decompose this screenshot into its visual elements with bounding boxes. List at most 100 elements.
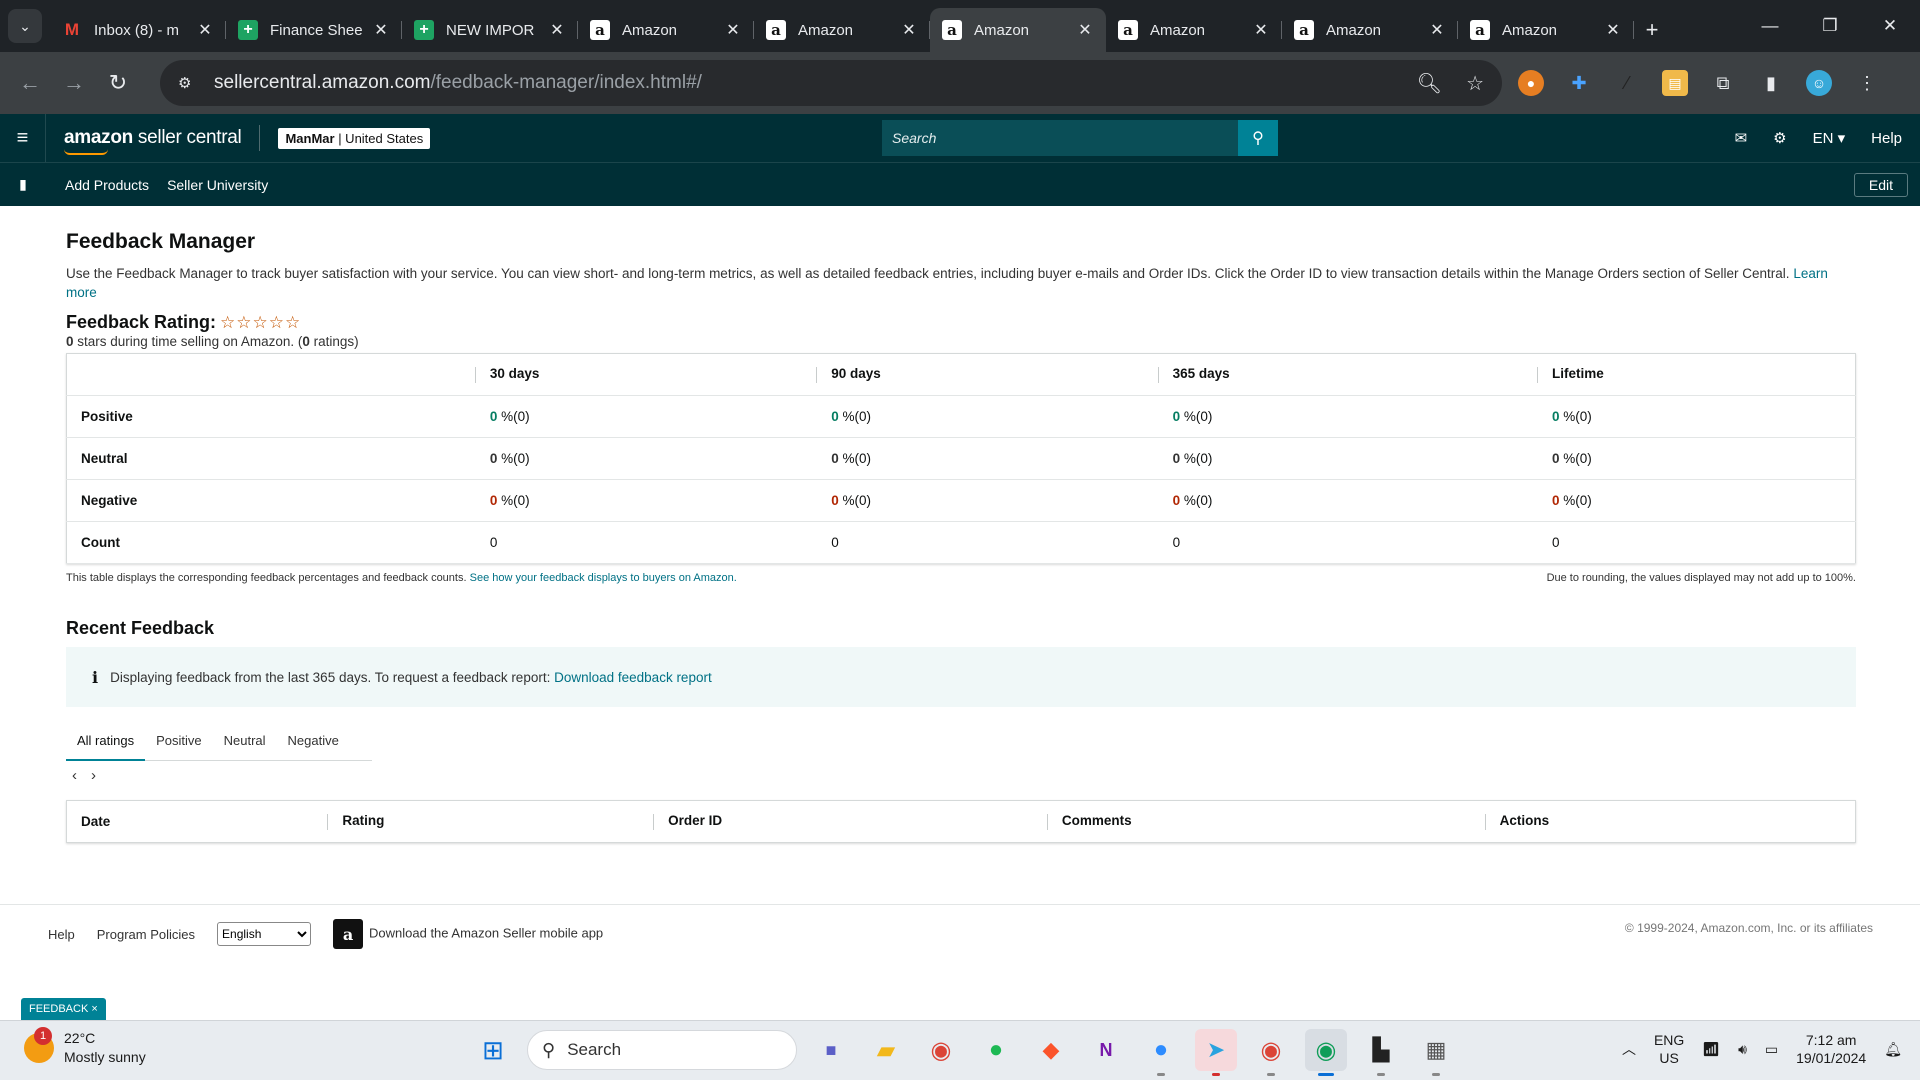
feedback-chip[interactable]: FEEDBACK × <box>21 998 106 1020</box>
close-tab-icon[interactable]: ✕ <box>196 20 214 40</box>
browser-tab[interactable]: + NEW IMPOR ✕ <box>402 8 578 52</box>
browser-tab[interactable]: a Amazon ✕ <box>578 8 754 52</box>
add-products-link[interactable]: Add Products <box>65 177 149 193</box>
browser-tab[interactable]: a Amazon ✕ <box>1458 8 1634 52</box>
notification-bell-icon[interactable]: 🔔︎ <box>1884 1041 1902 1058</box>
puzzle-icon[interactable]: ⧉ <box>1710 70 1736 96</box>
footer-help-link[interactable]: Help <box>48 927 75 942</box>
clock[interactable]: 7:12 am 19/01/2024 <box>1796 1031 1866 1067</box>
close-tab-icon[interactable]: ✕ <box>1252 20 1270 40</box>
bookmark-star-icon[interactable]: ☆ <box>1466 71 1484 96</box>
file-explorer-icon[interactable]: ▰ <box>865 1029 907 1071</box>
amazon-icon: a <box>590 20 610 40</box>
chrome-profile-icon[interactable]: ◉ <box>1250 1029 1292 1076</box>
browser-tab[interactable]: a Amazon ✕ <box>754 8 930 52</box>
profile-avatar[interactable]: ☺ <box>1806 70 1832 96</box>
bookmark-icon[interactable]: ▮ <box>0 176 46 193</box>
language-select[interactable]: English <box>217 922 312 946</box>
store-switcher[interactable]: ManMar | United States <box>278 127 431 149</box>
close-tab-icon[interactable]: ✕ <box>1076 20 1094 40</box>
chevron-left-icon[interactable]: ‹ <box>72 767 77 784</box>
extension-icon[interactable]: ● <box>1518 70 1544 96</box>
search-input[interactable] <box>882 120 1238 156</box>
browser-tab[interactable]: a Amazon ✕ <box>1106 8 1282 52</box>
tab-positive[interactable]: Positive <box>145 721 213 761</box>
site-info-icon[interactable]: ⚙ <box>178 74 202 92</box>
chevron-right-icon[interactable]: › <box>91 767 96 784</box>
program-policies-link[interactable]: Program Policies <box>97 927 195 942</box>
new-tab-button[interactable]: + <box>1634 8 1670 52</box>
restore-button[interactable]: ❐ <box>1800 0 1860 52</box>
back-button[interactable]: ← <box>8 61 52 105</box>
extension-icon[interactable]: ⁄ <box>1614 70 1640 96</box>
tab-neutral[interactable]: Neutral <box>213 721 277 761</box>
battery-icon[interactable]: ▭ <box>1765 1041 1778 1058</box>
download-report-link[interactable]: Download feedback report <box>554 670 712 685</box>
zoom-icon[interactable]: 🔍︎ <box>1417 71 1442 96</box>
forward-button[interactable]: → <box>52 61 96 105</box>
taskbar-search[interactable]: ⚲ Search <box>527 1030 797 1070</box>
browser-tab[interactable]: a Amazon ✕ <box>1282 8 1458 52</box>
close-tab-icon[interactable]: ✕ <box>900 20 918 40</box>
minimize-button[interactable]: — <box>1740 0 1800 52</box>
close-tab-icon[interactable]: ✕ <box>372 20 390 40</box>
windows-start-icon[interactable]: ⊞ <box>472 1029 514 1071</box>
seller-central-logo[interactable]: amazon seller central <box>64 127 242 155</box>
tab-negative[interactable]: Negative <box>277 721 350 761</box>
address-bar[interactable]: ⚙ sellercentral.amazon.com/feedback-mana… <box>160 60 1502 106</box>
hamburger-menu-icon[interactable]: ≡ <box>0 114 46 162</box>
spotify-icon[interactable]: ● <box>975 1029 1017 1071</box>
close-icon[interactable]: × <box>91 1003 97 1015</box>
language-indicator[interactable]: ENG US <box>1654 1031 1684 1067</box>
edit-button[interactable]: Edit <box>1853 173 1908 197</box>
chat-icon[interactable]: ■ <box>810 1029 852 1071</box>
weather-sun-icon: 1 <box>24 1027 54 1063</box>
zoom-icon[interactable]: ● <box>1140 1029 1182 1076</box>
tab-search-button[interactable]: ⌄ <box>8 9 42 43</box>
feedback-display-link[interactable]: See how your feedback displays to buyers… <box>470 572 737 584</box>
browser-tab[interactable]: + Finance Shee ✕ <box>226 8 402 52</box>
volume-icon[interactable]: 🔊︎ <box>1738 1041 1747 1058</box>
chevron-up-icon[interactable]: ︿ <box>1622 1039 1636 1059</box>
calculator-icon[interactable]: ▦ <box>1415 1029 1457 1076</box>
metric-suffix: %(0) <box>838 451 872 466</box>
side-panel-icon[interactable]: ▮ <box>1758 70 1784 96</box>
chrome-icon[interactable]: ◉ <box>920 1029 962 1071</box>
active-indicator <box>1318 1073 1334 1076</box>
search-button[interactable]: ⚲ <box>1238 120 1278 156</box>
mail-icon[interactable]: ✉ <box>1735 129 1748 147</box>
chrome-active-icon[interactable]: ◉ <box>1305 1029 1347 1076</box>
more-menu-icon[interactable]: ⋮ <box>1854 70 1880 96</box>
tab-title: Amazon <box>798 21 854 39</box>
seller-university-link[interactable]: Seller University <box>167 177 268 193</box>
extension-icon[interactable]: ▤ <box>1662 70 1688 96</box>
language-selector[interactable]: EN ▾ <box>1813 129 1846 147</box>
close-tab-icon[interactable]: ✕ <box>1428 20 1446 40</box>
weather-widget[interactable]: 1 22°C Mostly sunny <box>24 1027 146 1067</box>
temperature: 22°C <box>64 1030 96 1046</box>
sticky-notes-icon[interactable]: ▙ <box>1360 1029 1402 1076</box>
browser-tab[interactable]: M Inbox (8) - m ✕ <box>50 8 226 52</box>
mobile-app-link[interactable]: a Download the Amazon Seller mobile app <box>333 919 603 949</box>
wifi-icon[interactable]: 📶︎ <box>1702 1041 1720 1058</box>
tab-all-ratings[interactable]: All ratings <box>66 721 146 761</box>
close-tab-icon[interactable]: ✕ <box>548 20 566 40</box>
extension-icon[interactable]: ✚ <box>1566 70 1592 96</box>
brave-icon[interactable]: ◆ <box>1030 1029 1072 1071</box>
reload-button[interactable]: ↻ <box>96 61 140 105</box>
close-tab-icon[interactable]: ✕ <box>724 20 742 40</box>
close-window-button[interactable]: ✕ <box>1860 0 1920 52</box>
period-header: 30 days <box>474 353 818 396</box>
close-tab-icon[interactable]: ✕ <box>1604 20 1622 40</box>
gear-icon[interactable]: ⚙ <box>1773 129 1786 147</box>
copyright: © 1999-2024, Amazon.com, Inc. or its aff… <box>1624 921 1873 935</box>
chrome-logo-icon: ◉ <box>930 1036 952 1064</box>
help-link[interactable]: Help <box>1871 130 1902 147</box>
browser-tab[interactable]: a Amazon ✕ <box>930 8 1106 52</box>
metric-cell: 0 <box>1537 521 1856 564</box>
onenote-icon[interactable]: N <box>1085 1029 1127 1071</box>
telegram-icon[interactable]: ➤ <box>1195 1029 1237 1076</box>
metric-value: 0 <box>489 535 498 550</box>
metric-cell: 0 %(0) <box>475 437 818 480</box>
table-header-row: Date Rating Order ID Comments Actions <box>67 801 1856 843</box>
